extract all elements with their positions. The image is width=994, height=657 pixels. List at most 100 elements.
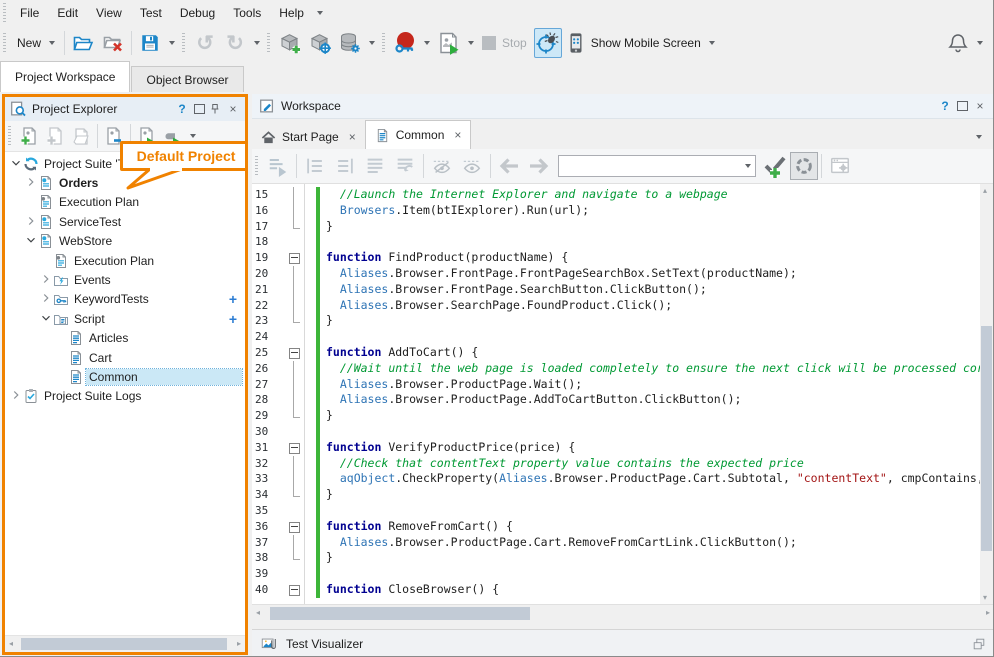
code-line[interactable]: 37 Aliases.Browser.ProductPage.Cart.Remo… bbox=[252, 535, 980, 551]
debug-mode-button[interactable] bbox=[534, 28, 562, 58]
save-caret-icon[interactable] bbox=[169, 41, 175, 45]
run-current-routine-button[interactable] bbox=[264, 151, 292, 181]
tree-item-articles[interactable]: Articles bbox=[5, 329, 245, 348]
record-caret-icon[interactable] bbox=[424, 41, 430, 45]
code-line[interactable]: 35 bbox=[252, 503, 980, 519]
combo-caret-icon[interactable] bbox=[740, 157, 755, 175]
navigate-forward-button[interactable] bbox=[525, 151, 553, 181]
toolbar-grip[interactable] bbox=[382, 33, 385, 53]
code-line[interactable]: 34} bbox=[252, 487, 980, 503]
tree-item-execution-plan[interactable]: Execution Plan bbox=[5, 251, 245, 270]
tab-object-browser[interactable]: Object Browser bbox=[131, 66, 243, 92]
menu-edit[interactable]: Edit bbox=[48, 2, 87, 24]
tab-project-workspace[interactable]: Project Workspace bbox=[0, 61, 130, 92]
menu-help[interactable]: Help bbox=[270, 2, 313, 24]
scroll-right-icon[interactable]: ▸ bbox=[986, 608, 990, 617]
code-line[interactable]: 17} bbox=[252, 219, 980, 235]
scrollbar-thumb[interactable] bbox=[21, 638, 227, 650]
record-test-button[interactable] bbox=[391, 28, 419, 58]
notifications-button[interactable] bbox=[944, 28, 972, 58]
code-line[interactable]: 30 bbox=[252, 424, 980, 440]
menu-tools[interactable]: Tools bbox=[224, 2, 270, 24]
tree-item-servicetest[interactable]: ServiceTest bbox=[5, 212, 245, 231]
tab-start-page[interactable]: Start Page × bbox=[252, 125, 365, 149]
add-object-button[interactable] bbox=[276, 28, 304, 58]
float-panel-icon[interactable] bbox=[972, 637, 986, 651]
toolbar-grip[interactable] bbox=[8, 126, 11, 146]
code-line[interactable]: 31function VerifyProductPrice(price) { bbox=[252, 440, 980, 456]
code-line[interactable]: 25function AddToCart() { bbox=[252, 345, 980, 361]
code-line[interactable]: 32 //Check that contentText property val… bbox=[252, 456, 980, 472]
menu-debug[interactable]: Debug bbox=[171, 2, 224, 24]
code-hscrollbar[interactable]: ◂ ▸ bbox=[252, 604, 994, 622]
menu-view[interactable]: View bbox=[87, 2, 131, 24]
chevron-collapsed-icon[interactable] bbox=[39, 272, 53, 288]
add-child-button[interactable]: + bbox=[229, 291, 237, 307]
toolbar-grip[interactable] bbox=[182, 33, 185, 53]
code-line[interactable]: 24 bbox=[252, 329, 980, 345]
show-mobile-screen-button[interactable]: Show Mobile Screen bbox=[564, 28, 720, 58]
code-line[interactable]: 40function CloseBrowser() { bbox=[252, 582, 980, 598]
undo-caret-icon[interactable] bbox=[254, 41, 260, 45]
menu-options-caret-icon[interactable] bbox=[317, 11, 323, 15]
code-line[interactable]: 27 Aliases.Browser.ProductPage.Wait(); bbox=[252, 377, 980, 393]
add-checkpoint-button[interactable] bbox=[761, 151, 789, 181]
tree-item-webstore[interactable]: WebStore bbox=[5, 232, 245, 251]
add-new-item-button[interactable] bbox=[17, 124, 41, 148]
menu-file[interactable]: File bbox=[11, 2, 48, 24]
add-child-button[interactable]: + bbox=[229, 311, 237, 327]
close-file-button[interactable] bbox=[99, 28, 127, 58]
save-button[interactable] bbox=[136, 28, 164, 58]
panel-close-button[interactable]: × bbox=[225, 102, 241, 116]
outline-collapse-button[interactable] bbox=[301, 151, 329, 181]
editor-options-button[interactable] bbox=[826, 151, 854, 181]
code-line[interactable]: 22 Aliases.Browser.SearchPage.FoundProdu… bbox=[252, 298, 980, 314]
new-button[interactable]: New bbox=[12, 28, 60, 58]
toolbar-grip[interactable] bbox=[3, 33, 6, 53]
chevron-expanded-icon[interactable] bbox=[24, 233, 38, 249]
project-tree-hscrollbar[interactable]: ◂ ▸ bbox=[5, 635, 245, 652]
code-line[interactable]: 39 bbox=[252, 566, 980, 582]
tab-list-caret-icon[interactable] bbox=[976, 135, 982, 139]
tree-item-keywordtests[interactable]: KeywordTests+ bbox=[5, 290, 245, 309]
show-code-button[interactable] bbox=[458, 151, 486, 181]
run-test-button[interactable] bbox=[435, 28, 463, 58]
fold-collapse-icon[interactable] bbox=[286, 519, 304, 535]
scroll-right-icon[interactable]: ▸ bbox=[237, 639, 241, 648]
toolbar-grip[interactable] bbox=[267, 33, 270, 53]
code-line[interactable]: 29} bbox=[252, 408, 980, 424]
panel-help-button[interactable]: ? bbox=[174, 102, 190, 116]
panel-maximize-button[interactable] bbox=[194, 104, 205, 114]
code-vscrollbar[interactable]: ▴ ▾ bbox=[980, 184, 993, 604]
open-button[interactable] bbox=[69, 28, 97, 58]
navigate-back-button[interactable] bbox=[495, 151, 523, 181]
panel-maximize-button[interactable] bbox=[957, 101, 968, 111]
chevron-collapsed-icon[interactable] bbox=[39, 291, 53, 307]
code-line[interactable]: 20 Aliases.Browser.FrontPage.FrontPageSe… bbox=[252, 266, 980, 282]
toolbar-grip[interactable] bbox=[3, 3, 6, 23]
open-item-button-disabled[interactable] bbox=[69, 124, 93, 148]
find-combo[interactable] bbox=[558, 155, 756, 177]
notifications-caret-icon[interactable] bbox=[977, 41, 983, 45]
database-tools-button[interactable] bbox=[336, 28, 364, 58]
scrollbar-thumb[interactable] bbox=[270, 607, 530, 620]
object-spy-button[interactable] bbox=[306, 28, 334, 58]
code-line[interactable]: 21 Aliases.Browser.FrontPage.SearchButto… bbox=[252, 282, 980, 298]
scroll-down-icon[interactable]: ▾ bbox=[983, 593, 987, 602]
fold-collapse-icon[interactable] bbox=[286, 250, 304, 266]
chevron-expanded-icon[interactable] bbox=[9, 156, 23, 172]
chevron-collapsed-icon[interactable] bbox=[9, 388, 23, 404]
chevron-collapsed-icon[interactable] bbox=[24, 214, 38, 230]
tree-item-script[interactable]: Script+ bbox=[5, 309, 245, 328]
panel-pin-button[interactable] bbox=[209, 103, 225, 115]
tree-item-events[interactable]: Events bbox=[5, 270, 245, 289]
outline-expand-button[interactable] bbox=[331, 151, 359, 181]
find-input[interactable] bbox=[559, 158, 740, 174]
format-lines-button[interactable] bbox=[361, 151, 389, 181]
code-line[interactable]: 18 bbox=[252, 234, 980, 250]
panel-close-button[interactable]: × bbox=[972, 99, 988, 113]
scroll-up-icon[interactable]: ▴ bbox=[983, 186, 987, 195]
code-line[interactable]: 33 aqObject.CheckProperty(Aliases.Browse… bbox=[252, 471, 980, 487]
code-line[interactable]: 26 //Wait until the web page is loaded c… bbox=[252, 361, 980, 377]
close-tab-icon[interactable]: × bbox=[349, 130, 356, 144]
